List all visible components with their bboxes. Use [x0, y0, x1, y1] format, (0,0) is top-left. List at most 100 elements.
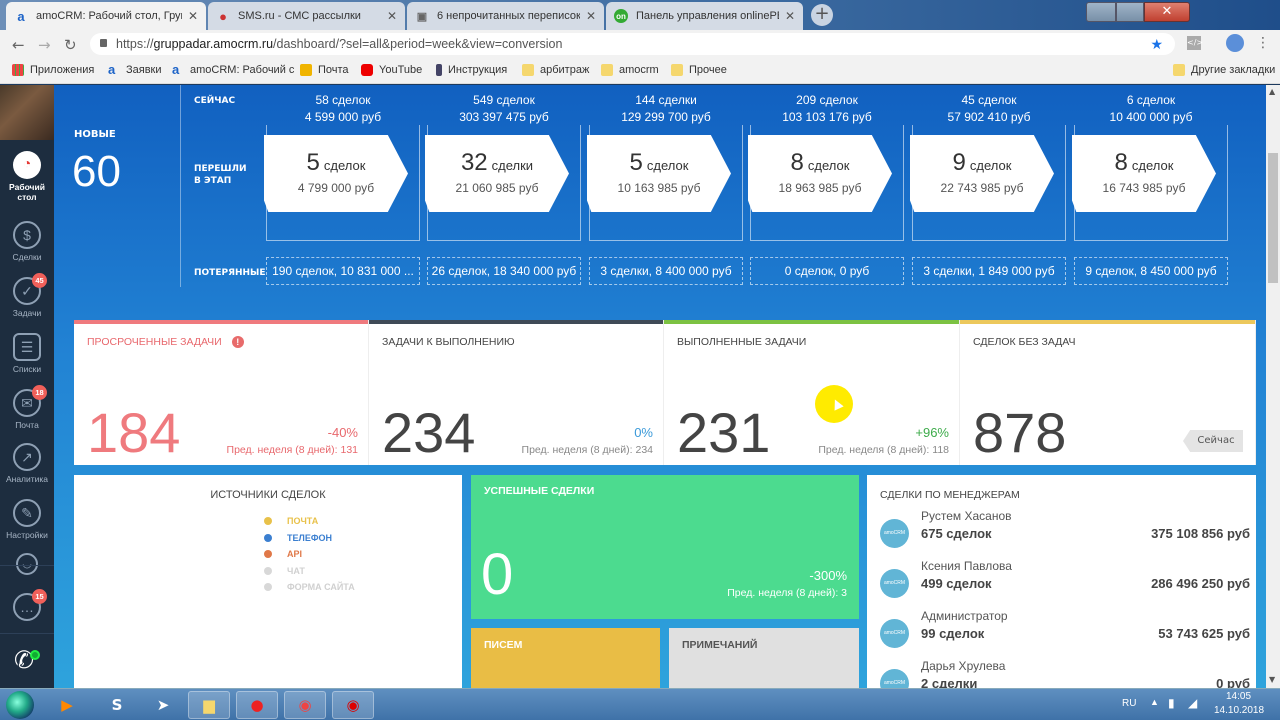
legend-item[interactable]: ФОРМА САЙТА: [264, 579, 355, 596]
legend-label: ПОЧТА: [287, 516, 319, 527]
dashboard-icon: ◔: [13, 151, 41, 179]
card-overdue-tasks[interactable]: ПРОСРОЧЕННЫЕ ЗАДАЧИ! 184 -40% Пред. неде…: [74, 320, 369, 465]
bookmark-instruction[interactable]: Инструкция: [436, 64, 507, 76]
manager-row[interactable]: amoCRM Ксения Павлова 499 сделок 286 496 25…: [880, 559, 1250, 605]
stage-lost[interactable]: 9 сделок, 8 450 000 руб: [1074, 257, 1228, 285]
chat-icon: ▣: [416, 10, 428, 23]
reload-icon[interactable]: ↻: [64, 36, 77, 54]
card-title-text: ПРОСРОЧЕННЫЕ ЗАДАЧИ: [87, 336, 222, 348]
sidebar-item-mail[interactable]: ✉ 18 Почта: [0, 385, 54, 430]
close-icon[interactable]: ✕: [188, 9, 198, 23]
bookmark-other[interactable]: Другие закладки: [1173, 64, 1275, 76]
tab-onlinepbx[interactable]: on Панель управления onlinePBX ✕: [606, 2, 803, 30]
close-icon[interactable]: ✕: [586, 9, 596, 23]
manager-row[interactable]: amoCRM Дарья Хрулева 2 сделки 0 руб: [880, 659, 1250, 688]
bookmark-star-icon[interactable]: ★: [1150, 33, 1163, 55]
manager-row[interactable]: amoCRM Рустем Хасанов 675 сделок 375 108 85…: [880, 509, 1250, 555]
sidebar-item-settings[interactable]: ✎ Настройки: [0, 499, 54, 540]
stage-lost[interactable]: 0 сделок, 0 руб: [750, 257, 904, 285]
sidebar-item-deals[interactable]: $ Сделки: [0, 221, 54, 262]
stage-lost[interactable]: 26 сделок, 18 340 000 руб: [427, 257, 581, 285]
tab-label: amoCRM: Рабочий стол, Группа: [36, 10, 182, 22]
scrollbar-thumb[interactable]: [1268, 153, 1278, 283]
panel-letters[interactable]: ПИСЕМ: [471, 628, 660, 688]
sidebar-item-analytics[interactable]: ↗ Аналитика: [0, 443, 54, 484]
clock-time[interactable]: 14:05: [1226, 691, 1251, 702]
bookmark-arbitrazh[interactable]: арбитраж: [522, 64, 589, 76]
new-deals-value[interactable]: 60: [72, 147, 121, 197]
tab-chats[interactable]: ▣ 6 непрочитанных переписок ✕: [407, 2, 604, 30]
stage-now-deals: 45 сделок: [961, 93, 1017, 107]
stage-lost[interactable]: 3 сделки, 8 400 000 руб: [589, 257, 743, 285]
recorder-icon[interactable]: ◉: [332, 691, 374, 719]
legend-item[interactable]: ПОЧТА: [264, 513, 355, 530]
bookmark-label: Почта: [318, 64, 349, 76]
bookmark-amocrm-folder[interactable]: amocrm: [601, 64, 659, 76]
scroll-down-icon[interactable]: ▼: [1269, 675, 1275, 684]
manager-amount: 286 496 250 руб: [1151, 576, 1250, 591]
stage-moved-count: 5: [306, 149, 320, 176]
telegram-icon[interactable]: ➤: [142, 691, 184, 719]
card-tasks-todo[interactable]: ЗАДАЧИ К ВЫПОЛНЕНИЮ 234 0% Пред. неделя …: [369, 320, 664, 465]
now-tag[interactable]: Сейчас: [1183, 430, 1243, 452]
skype-icon[interactable]: S: [96, 691, 138, 719]
url-input[interactable]: https://gruppadar.amocrm.ru/dashboard/?s…: [90, 33, 1175, 55]
legend-item[interactable]: ТЕЛЕФОН: [264, 530, 355, 547]
page-scrollbar[interactable]: ▲ ▼: [1266, 85, 1280, 688]
sidebar-item-lists[interactable]: ☰ Списки: [0, 333, 54, 374]
phone-button[interactable]: ✆: [0, 633, 54, 688]
language-indicator[interactable]: RU: [1122, 698, 1136, 709]
sms-icon: ●: [219, 8, 227, 24]
tray-expand-icon[interactable]: ▲: [1150, 697, 1159, 707]
legend-item[interactable]: API: [264, 546, 355, 563]
chrome-icon[interactable]: ◉: [284, 691, 326, 719]
stage-moved-count: 9: [952, 149, 966, 176]
close-icon[interactable]: ✕: [387, 9, 397, 23]
new-tab-button[interactable]: +: [811, 4, 833, 26]
bookmark-prochee[interactable]: Прочее: [671, 64, 727, 76]
tomato-app-icon[interactable]: ●: [236, 691, 278, 719]
bookmark-zayavki[interactable]: a Заявки: [108, 63, 162, 76]
minimize-button[interactable]: [1086, 2, 1116, 22]
sidebar-item-dashboard[interactable]: ◔ Рабочий стол: [0, 151, 54, 202]
media-player-icon[interactable]: ▶: [46, 691, 88, 719]
network-icon[interactable]: ◢: [1188, 696, 1197, 710]
tab-amocrm[interactable]: a amoCRM: Рабочий стол, Группа ✕: [6, 2, 206, 30]
bookmark-apps[interactable]: Приложения: [12, 64, 94, 76]
stage-moved-sum: 4 799 000 руб: [297, 181, 375, 195]
bookmark-label: Приложения: [30, 64, 95, 76]
bookmark-youtube[interactable]: YouTube: [361, 64, 422, 76]
stage-lost[interactable]: 190 сделок, 10 831 000 ...: [266, 257, 420, 285]
legend-label: ФОРМА САЙТА: [287, 582, 355, 593]
card-completed-tasks[interactable]: ВЫПОЛНЕННЫЕ ЗАДАЧИ 231 +96% Пред. неделя…: [664, 320, 960, 465]
bookmark-mail[interactable]: Почта: [300, 64, 349, 76]
stage-lost[interactable]: 3 сделки, 1 849 000 руб: [912, 257, 1066, 285]
stage-moved-unit: сделок: [969, 158, 1012, 173]
explorer-icon[interactable]: ▆: [188, 691, 230, 719]
stage-now-deals: 144 сделки: [635, 93, 697, 107]
clock-date[interactable]: 14.10.2018: [1214, 705, 1264, 716]
start-button[interactable]: [6, 691, 34, 719]
scroll-up-icon[interactable]: ▲: [1269, 87, 1275, 96]
row-label-now: СЕЙЧАС: [194, 96, 236, 106]
profile-avatar-icon[interactable]: [1226, 34, 1244, 52]
forward-icon[interactable]: →: [38, 36, 51, 54]
user-avatar[interactable]: [0, 85, 54, 140]
tab-sms[interactable]: ● SMS.ru - СМС рассылки ✕: [208, 2, 405, 30]
panel-successful-deals[interactable]: УСПЕШНЫЕ СДЕЛКИ 0 -300% Пред. неделя (8 …: [471, 475, 859, 619]
maximize-button[interactable]: [1116, 2, 1144, 22]
manager-row[interactable]: amoCRM Администратор 99 сделок 53 743 625 р…: [880, 609, 1250, 655]
legend-label: API: [287, 549, 303, 560]
panel-notes[interactable]: ПРИМЕЧАНИЙ: [669, 628, 859, 688]
battery-icon[interactable]: ▮: [1168, 696, 1175, 710]
back-icon[interactable]: ←: [12, 36, 25, 54]
window-close-button[interactable]: ✕: [1144, 2, 1190, 22]
close-icon[interactable]: ✕: [785, 9, 795, 23]
extension-icon[interactable]: </>: [1187, 36, 1203, 50]
bookmark-amocrm[interactable]: a amoCRM: Рабочий с: [172, 63, 294, 76]
browser-menu-icon[interactable]: ⋮: [1256, 35, 1270, 51]
card-deals-without-tasks[interactable]: СДЕЛОК БЕЗ ЗАДАЧ 878 Сейчас: [960, 320, 1256, 465]
sidebar-item-tasks[interactable]: ✓ 45 Задачи: [0, 273, 54, 318]
sidebar-chats[interactable]: … 15: [0, 589, 54, 624]
legend-item[interactable]: ЧАТ: [264, 563, 355, 580]
